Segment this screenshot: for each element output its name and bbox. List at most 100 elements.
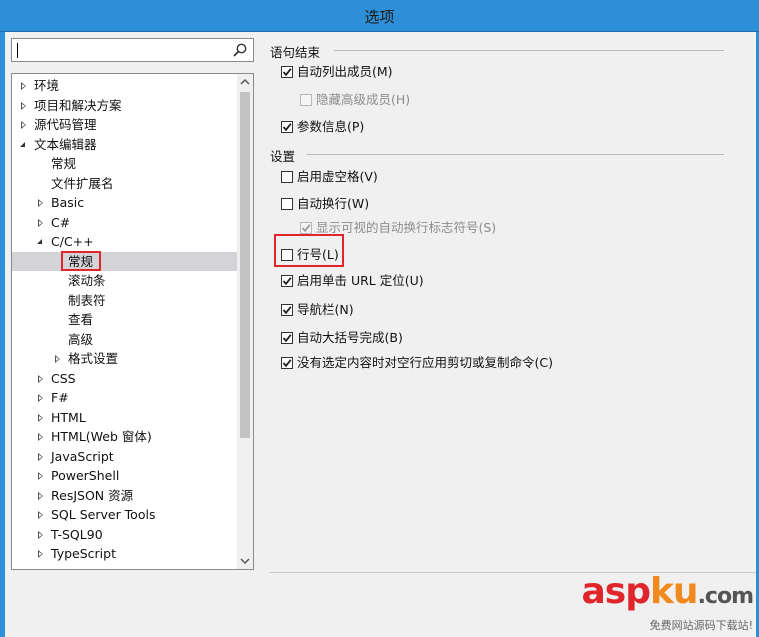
option-label: 自动换行(W) (297, 196, 370, 211)
watermark-subtitle: 免费网站源码下载站! (649, 619, 753, 632)
tree-item[interactable]: C/C++ (12, 232, 237, 252)
tree-item-label: CSS (51, 370, 76, 386)
collapsed-arrow-icon[interactable] (38, 433, 43, 441)
tree-item-label: HTML(Web 窗体) (51, 429, 152, 444)
checked-checkbox[interactable] (281, 332, 293, 344)
collapsed-arrow-icon[interactable] (38, 472, 43, 480)
collapsed-arrow-icon[interactable] (21, 121, 26, 129)
collapsed-arrow-icon[interactable] (21, 101, 26, 110)
tree-item[interactable]: PowerShell (12, 466, 237, 486)
tree-item-label: 项目和解决方案 (34, 97, 122, 113)
collapsed-arrow-icon[interactable] (38, 511, 43, 519)
tree-item[interactable]: 文本编辑器 (12, 135, 237, 155)
collapsed-arrow-icon[interactable] (38, 550, 43, 558)
collapsed-arrow-icon[interactable] (38, 218, 43, 227)
watermark-logo-asp: asp (581, 571, 650, 612)
collapsed-arrow-icon[interactable] (38, 394, 43, 402)
tree-item[interactable]: 文件扩展名 (12, 174, 237, 194)
tree-item-label: C# (51, 214, 71, 230)
tree-item[interactable]: 查看 (12, 310, 237, 330)
checkmark-icon (301, 224, 311, 233)
checkmark-icon (282, 277, 292, 286)
collapsed-arrow-icon[interactable] (21, 82, 26, 90)
checked-checkbox[interactable] (281, 304, 293, 316)
option-label: 自动大括号完成(B) (297, 330, 403, 345)
tree-item[interactable]: 制表符 (12, 291, 237, 311)
tree-item[interactable]: HTML(Web 窗体) (12, 427, 237, 447)
tree-item-label: PowerShell (51, 468, 120, 483)
scroll-down-arrow-icon[interactable] (237, 553, 253, 569)
collapsed-arrow-icon[interactable] (38, 413, 43, 422)
scroll-up-arrow-icon[interactable] (237, 74, 253, 90)
search-input[interactable] (11, 38, 254, 62)
selected-item-highlight (61, 250, 101, 271)
tree-item-label: 滚动条 (68, 273, 106, 288)
option-label: 启用虚空格(V) (297, 169, 378, 184)
tree-item-label: 常规 (51, 156, 77, 171)
line-numbers-highlight (274, 234, 344, 267)
collapsed-arrow-icon[interactable] (38, 491, 43, 500)
tree-item[interactable]: TypeScript (12, 544, 237, 564)
tree-item[interactable]: JavaScript (12, 447, 237, 467)
statement-completion-divider (334, 50, 724, 51)
tree-scrollbar[interactable] (237, 74, 253, 569)
tree-item[interactable]: HTML (12, 408, 237, 428)
tree-item[interactable]: 格式设置 (12, 349, 237, 369)
tree-item[interactable]: T-SQL90 (12, 525, 237, 545)
watermark-logo-ku: ku (649, 571, 699, 612)
collapsed-arrow-icon[interactable] (38, 374, 43, 383)
option-label: 参数信息(P) (297, 119, 365, 134)
expanded-arrow-icon[interactable] (20, 141, 25, 147)
unchecked-checkbox (300, 94, 312, 106)
tree-item-label: SQL Server Tools (51, 507, 156, 522)
search-icon[interactable] (232, 42, 248, 58)
unchecked-checkbox[interactable] (281, 171, 293, 183)
collapsed-arrow-icon[interactable] (38, 199, 43, 207)
tree-item[interactable]: C# (12, 213, 237, 233)
tree-item[interactable]: 常规 (12, 154, 237, 174)
checkmark-icon (282, 359, 292, 368)
settings-header: 设置 (270, 149, 296, 164)
tree-item-label: F# (51, 390, 69, 405)
checked-checkbox (300, 222, 312, 234)
window-frame-left (0, 32, 5, 637)
checked-checkbox[interactable] (281, 121, 293, 133)
unchecked-checkbox[interactable] (281, 198, 293, 210)
checked-checkbox[interactable] (281, 66, 293, 78)
options-tree[interactable]: 环境 项目和解决方案 源代码管理 文本编辑器 常规 文件扩展名 Basic C# C/C++ 常规… (11, 73, 254, 570)
collapsed-arrow-icon[interactable] (38, 570, 43, 571)
checkmark-icon (282, 306, 292, 315)
tree-item-label: 文件扩展名 (51, 175, 114, 191)
checked-checkbox[interactable] (281, 357, 293, 369)
tree-item[interactable]: CSS (12, 369, 237, 389)
expanded-arrow-icon[interactable] (37, 239, 42, 244)
tree-item[interactable]: SQL Server Tools (12, 505, 237, 525)
tree-item[interactable]: 高级 (12, 330, 237, 350)
tree-item[interactable]: 项目和解决方案 (12, 96, 237, 116)
collapsed-arrow-icon[interactable] (38, 452, 43, 461)
option-label: 导航栏(N) (297, 302, 354, 317)
tree-item-label: JavaScript (51, 448, 114, 464)
watermark-logo-com: .com (697, 584, 754, 609)
collapsed-arrow-icon[interactable] (55, 355, 60, 363)
checkmark-icon (282, 68, 292, 77)
tree-item-label: ResJSON 资源 (51, 487, 134, 503)
collapsed-arrow-icon[interactable] (38, 530, 43, 539)
checked-checkbox[interactable] (281, 275, 293, 287)
tree-item-label: 文本编辑器 (34, 136, 97, 152)
checkmark-icon (282, 334, 292, 343)
text-caret (17, 43, 18, 58)
tree-item[interactable]: 环境 (12, 76, 237, 96)
tree-item-label: XAML (51, 564, 86, 570)
tree-item[interactable]: Basic (12, 193, 237, 213)
tree-item-label: 环境 (34, 78, 60, 93)
tree-item[interactable]: XAML (12, 564, 237, 571)
watermark: aspku.com 免费网站源码下载站! (581, 571, 754, 633)
tree-item[interactable]: F# (12, 388, 237, 408)
scrollbar-thumb[interactable] (240, 92, 250, 438)
tree-item[interactable]: ResJSON 资源 (12, 486, 237, 506)
checkmark-icon (282, 123, 292, 132)
tree-item[interactable]: 常规 (12, 250, 237, 271)
tree-item[interactable]: 源代码管理 (12, 115, 237, 135)
tree-item[interactable]: 滚动条 (12, 271, 237, 291)
